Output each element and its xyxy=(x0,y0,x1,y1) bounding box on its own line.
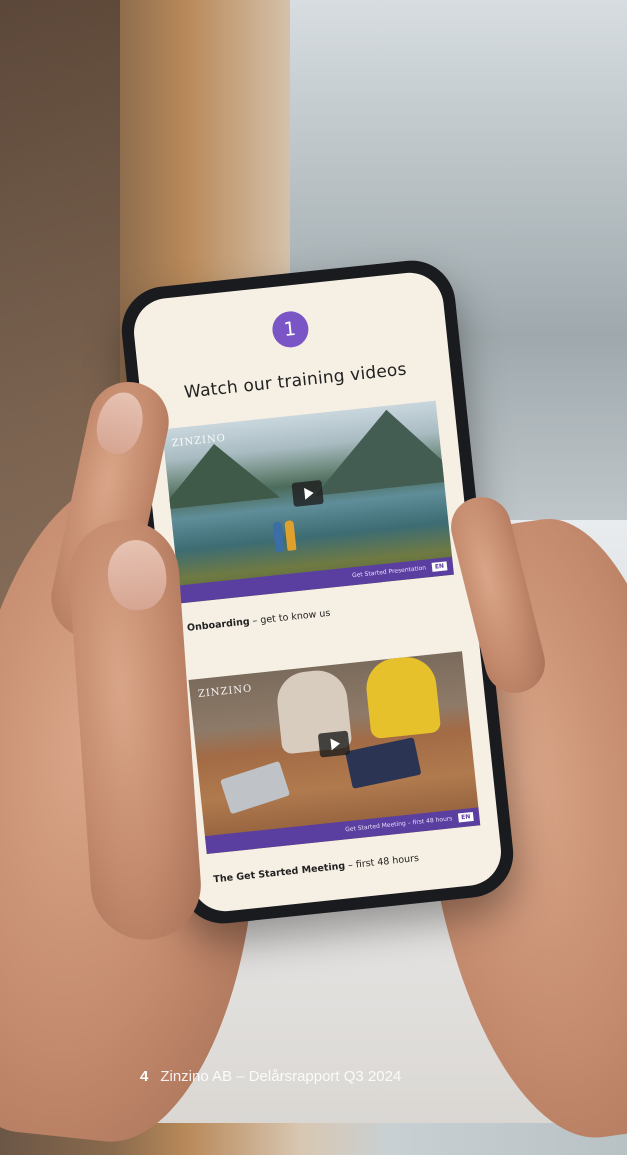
video-thumbnail-lake[interactable]: ZINZINO Get Started Presentation EN xyxy=(162,400,454,604)
language-badge[interactable]: EN xyxy=(431,561,448,572)
video-card-get-started[interactable]: ZINZINO Get Started Meeting – first 48 h… xyxy=(188,651,481,855)
step-badge: 1 xyxy=(270,309,310,350)
video-thumbnail-meeting[interactable]: ZINZINO Get Started Meeting – first 48 h… xyxy=(188,651,481,855)
brand-watermark: ZINZINO xyxy=(197,683,253,701)
play-icon[interactable] xyxy=(317,730,350,758)
video-card-onboarding[interactable]: ZINZINO Get Started Presentation EN xyxy=(162,400,454,604)
play-icon[interactable] xyxy=(290,479,324,507)
mountain-shape xyxy=(306,402,454,496)
screen-title: Watch our training videos xyxy=(183,359,408,403)
video-caption-get-started: The Get Started Meeting – first 48 hours xyxy=(213,847,480,886)
video-bar-text: Get Started Presentation xyxy=(351,564,427,580)
video-info-bar: Get Started Presentation EN xyxy=(178,556,454,604)
page-number: 4 xyxy=(140,1068,149,1085)
video-info-bar: Get Started Meeting – first 48 hours EN xyxy=(204,807,481,855)
page-footer: 4 Zinzino AB – Delårsrapport Q3 2024 xyxy=(140,1068,401,1085)
laptop-figure xyxy=(220,760,291,815)
caption-subtitle: – first 48 hours xyxy=(344,852,420,872)
caption-title: Onboarding xyxy=(186,616,251,634)
video-caption-onboarding: Onboarding – get to know us xyxy=(187,595,454,634)
caption-subtitle: – get to know us xyxy=(249,607,331,628)
hikers-figure xyxy=(272,516,297,553)
report-title: Zinzino AB – Delårsrapport Q3 2024 xyxy=(160,1068,402,1085)
language-badge[interactable]: EN xyxy=(457,811,474,823)
person-figure xyxy=(363,654,442,740)
video-bar-text: Get Started Meeting – first 48 hours xyxy=(344,815,453,834)
caption-title: The Get Started Meeting xyxy=(212,860,346,886)
laptop-figure xyxy=(345,737,422,789)
